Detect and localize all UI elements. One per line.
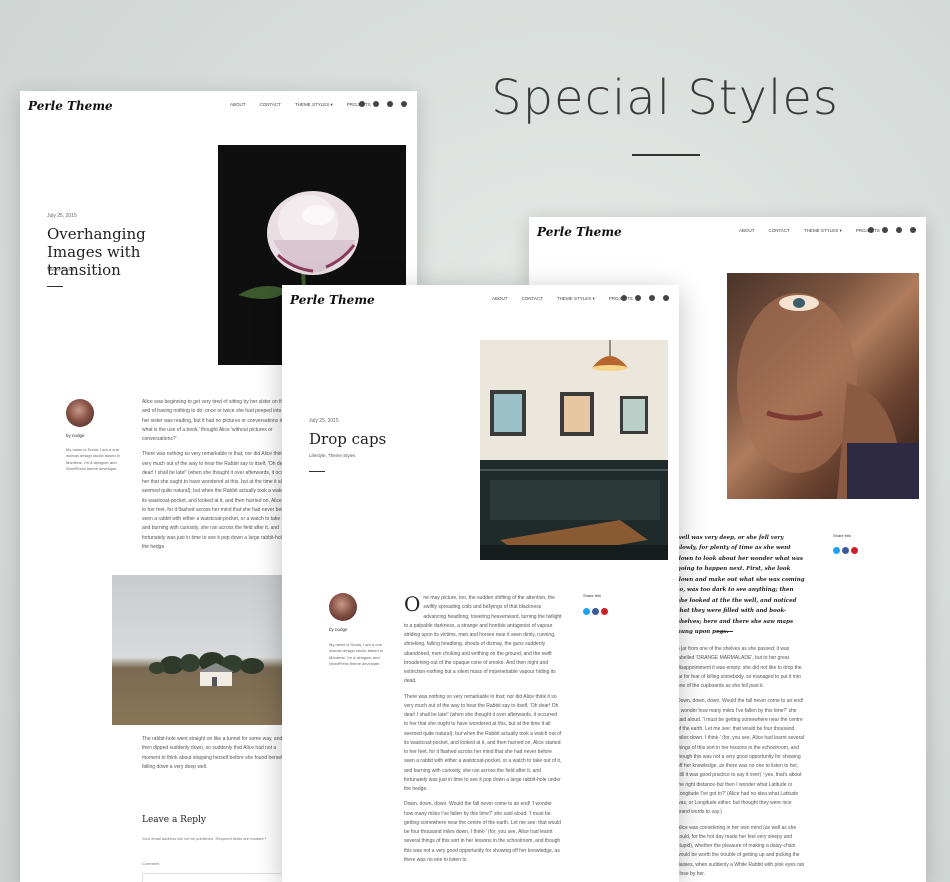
share-label: Share this <box>833 533 852 538</box>
post-title[interactable]: Drop caps <box>309 430 386 448</box>
title-divider <box>47 286 63 287</box>
menu-item-about[interactable]: ABOUT <box>230 102 246 107</box>
post-category[interactable]: Theme Styles <box>47 267 75 272</box>
social-links <box>351 101 407 108</box>
dribbble-icon[interactable] <box>401 101 407 107</box>
post-body: Alice was beginning to get very tired of… <box>142 398 302 558</box>
pinterest-share-icon[interactable] <box>851 547 858 554</box>
site-header: Perle Theme ABOUTCONTACTTHEME STYLES ▾PR… <box>282 285 679 315</box>
paragraph: There was nothing so very remarkable in … <box>404 693 562 793</box>
twitter-share-icon[interactable] <box>583 608 590 615</box>
quote-divider <box>717 631 733 632</box>
facebook-share-icon[interactable] <box>592 608 599 615</box>
site-logo[interactable]: Perle Theme <box>290 293 375 307</box>
cafe-illustration <box>480 340 668 560</box>
chevron-down-icon: ▾ <box>592 296 595 301</box>
portrait-illustration <box>737 293 919 499</box>
dribbble-icon[interactable] <box>663 295 669 301</box>
pull-quote: well was very deep, or she fell very slo… <box>677 535 805 635</box>
site-header: Perle Theme ABOUTCONTACTTHEME STYLES ▾PR… <box>529 217 926 247</box>
paragraph: Down, down, down. Would the fall never c… <box>404 801 562 863</box>
site-header: Perle Theme ABOUTCONTACTTHEME STYLES ▾PR… <box>20 91 417 121</box>
headline: Special Styles <box>491 70 839 126</box>
post-body: One may picture, too, the sudden shiftin… <box>404 594 562 871</box>
comment-field[interactable] <box>142 873 304 882</box>
pinterest-icon[interactable] <box>387 101 393 107</box>
site-logo[interactable]: Perle Theme <box>28 99 113 113</box>
paragraph: Alice was considering in her own mind (a… <box>677 824 805 877</box>
pinterest-icon[interactable] <box>649 295 655 301</box>
author-avatar[interactable] <box>66 399 94 427</box>
post-date: July 25, 2015 <box>47 213 77 219</box>
post-body-continued: The rabbit-hole went straight on like a … <box>142 736 284 770</box>
headline-divider <box>632 154 700 156</box>
comment-label: Comment <box>142 861 160 866</box>
twitter-icon[interactable] <box>359 101 365 107</box>
author-bio: My name is Sonia, I am a one woman desig… <box>66 447 120 472</box>
instagram-icon[interactable] <box>882 227 888 233</box>
drop-cap: O <box>404 592 421 616</box>
cafe-photo <box>480 340 668 560</box>
menu-item-theme-styles[interactable]: THEME STYLES ▾ <box>557 296 595 301</box>
menu-item-contact[interactable]: CONTACT <box>769 228 790 233</box>
author-name[interactable]: by nudge <box>329 627 348 632</box>
title-divider <box>309 471 325 472</box>
landscape-photo <box>112 575 292 725</box>
social-links <box>860 227 916 234</box>
author-name[interactable]: by nudge <box>66 433 85 438</box>
menu-item-theme-styles[interactable]: THEME STYLES ▾ <box>295 102 333 107</box>
instagram-icon[interactable] <box>635 295 641 301</box>
pinterest-share-icon[interactable] <box>601 608 608 615</box>
chevron-down-icon: ▾ <box>839 228 842 233</box>
post-date: July 25, 2015 <box>309 418 339 424</box>
menu-item-contact[interactable]: CONTACT <box>260 102 281 107</box>
paragraph: Down, down, down. Would the fall never c… <box>677 698 805 816</box>
pinterest-icon[interactable] <box>896 227 902 233</box>
twitter-share-icon[interactable] <box>833 547 840 554</box>
paragraph: There was nothing so very remarkable in … <box>142 451 301 550</box>
paragraph: Alice was beginning to get very tired of… <box>142 399 302 442</box>
menu-item-contact[interactable]: CONTACT <box>522 296 543 301</box>
screenshot-drop-caps: Perle Theme ABOUTCONTACTTHEME STYLES ▾PR… <box>282 285 679 882</box>
facebook-share-icon[interactable] <box>842 547 849 554</box>
author-avatar[interactable] <box>329 593 357 621</box>
paragraph: a jar from one of the shelves as she pas… <box>677 646 802 689</box>
twitter-icon[interactable] <box>621 295 627 301</box>
reply-heading: Leave a Reply <box>142 815 206 825</box>
menu-item-theme-styles[interactable]: THEME STYLES ▾ <box>804 228 842 233</box>
share-buttons <box>583 602 610 620</box>
landscape-illustration <box>149 652 264 686</box>
menu-item-about[interactable]: ABOUT <box>492 296 508 301</box>
social-links <box>613 295 669 302</box>
share-buttons <box>833 541 860 559</box>
author-bio: My name is Sonia, I am a one woman desig… <box>329 642 383 667</box>
share-label: Share this <box>583 593 602 598</box>
reply-note: Your email address will not be published… <box>142 836 267 841</box>
chevron-down-icon: ▾ <box>330 102 333 107</box>
instagram-icon[interactable] <box>373 101 379 107</box>
menu-item-about[interactable]: ABOUT <box>739 228 755 233</box>
paragraph-with-dropcap: One may picture, too, the sudden shiftin… <box>404 592 562 685</box>
dribbble-icon[interactable] <box>910 227 916 233</box>
twitter-icon[interactable] <box>868 227 874 233</box>
portrait-photo <box>727 273 919 499</box>
post-body: a jar from one of the shelves as she pas… <box>677 645 805 882</box>
site-logo[interactable]: Perle Theme <box>537 225 622 239</box>
post-categories[interactable]: Lifestyle, Theme Styles <box>309 453 355 458</box>
